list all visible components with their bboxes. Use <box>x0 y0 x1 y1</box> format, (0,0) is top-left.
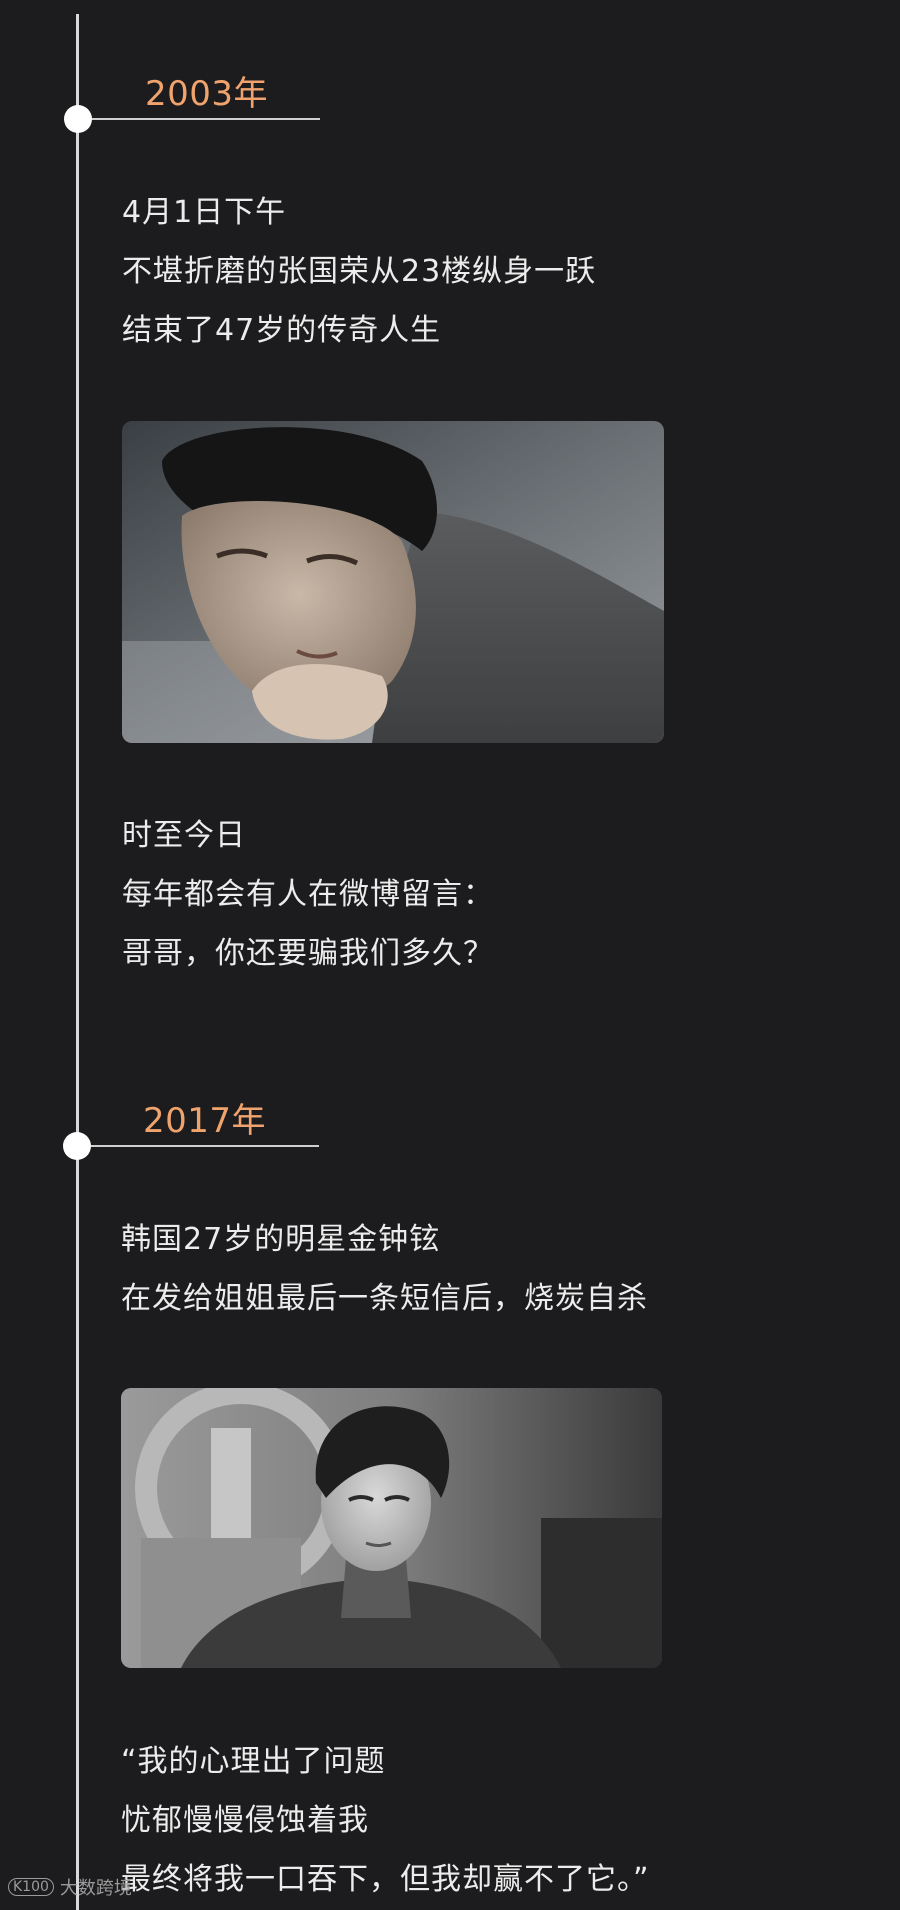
year-underline-2003 <box>92 118 320 120</box>
watermark: K100 大数跨境 <box>8 1874 132 1900</box>
watermark-text: 大数跨境 <box>59 1878 132 1899</box>
timeline-dot-2003 <box>64 105 92 133</box>
text-line: 在发给姐姐最后一条短信后，烧炭自杀 <box>121 1281 648 1316</box>
photo-kim-jonghyun <box>121 1388 662 1668</box>
text-line: 最终将我一口吞下，但我却赢不了它。” <box>121 1862 650 1897</box>
photo-leslie-cheung <box>122 421 664 743</box>
portrait-image <box>121 1388 662 1668</box>
timeline-dot-2017 <box>63 1132 91 1160</box>
year-underline-2017 <box>91 1145 319 1147</box>
year-label-2017: 2017年 <box>143 1101 267 1141</box>
entry-2017-text-intro: 韩国27岁的明星金钟铉 在发给姐姐最后一条短信后，烧炭自杀 <box>121 1210 648 1328</box>
year-label-2003: 2003年 <box>145 74 269 114</box>
entry-2003-text-aftermath: 时至今日 每年都会有人在微博留言： 哥哥，你还要骗我们多久？ <box>122 806 494 983</box>
text-line: 忧郁慢慢侵蚀着我 <box>121 1803 369 1838</box>
text-line: 时至今日 <box>122 818 246 853</box>
text-line: 每年都会有人在微博留言： <box>122 877 494 912</box>
text-line: 哥哥，你还要骗我们多久？ <box>122 936 494 971</box>
text-line: “我的心理出了问题 <box>121 1744 386 1779</box>
text-line: 不堪折磨的张国荣从23楼纵身一跃 <box>122 254 597 289</box>
watermark-logo-icon: K100 <box>8 1878 54 1896</box>
entry-2017-text-quote: “我的心理出了问题 忧郁慢慢侵蚀着我 最终将我一口吞下，但我却赢不了它。” <box>121 1732 650 1909</box>
text-line: 结束了47岁的传奇人生 <box>122 313 442 348</box>
portrait-image <box>122 421 664 743</box>
text-line: 4月1日下午 <box>122 195 287 230</box>
timeline-line <box>76 14 79 1910</box>
text-line: 韩国27岁的明星金钟铉 <box>121 1222 441 1257</box>
entry-2003-text-intro: 4月1日下午 不堪折磨的张国荣从23楼纵身一跃 结束了47岁的传奇人生 <box>122 183 596 360</box>
